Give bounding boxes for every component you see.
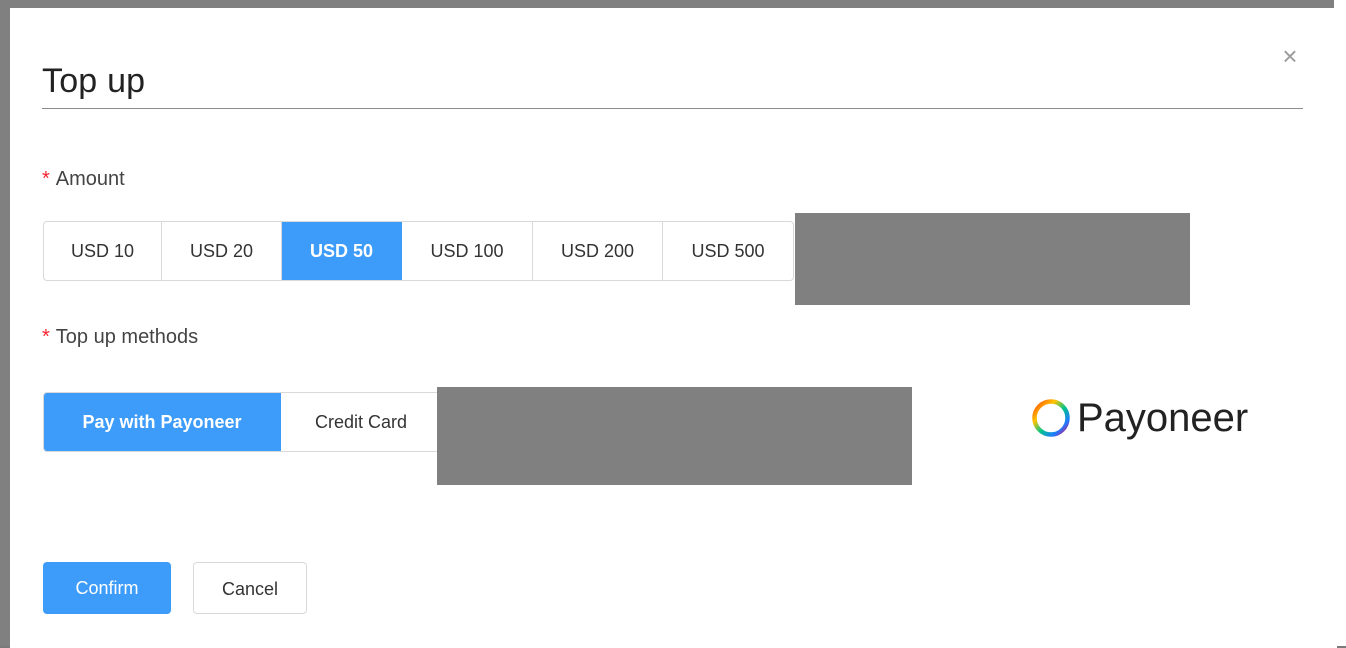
method-pay-with-payoneer[interactable]: Pay with Payoneer xyxy=(44,393,281,451)
dialog-title: Top up xyxy=(42,62,146,100)
method-credit-card[interactable]: Credit Card xyxy=(281,393,441,451)
redacted-area xyxy=(795,213,1190,305)
required-mark: * xyxy=(42,326,50,348)
amount-option-usd-50[interactable]: USD 50 xyxy=(282,222,402,280)
title-divider xyxy=(42,108,1303,109)
amount-option-usd-10[interactable]: USD 10 xyxy=(44,222,162,280)
close-icon[interactable]: × xyxy=(1278,43,1302,69)
confirm-button[interactable]: Confirm xyxy=(43,562,171,614)
required-mark: * xyxy=(42,168,50,190)
payoneer-logo: Payoneer xyxy=(1031,393,1248,443)
amount-label-text: Amount xyxy=(55,168,125,190)
amount-option-usd-200[interactable]: USD 200 xyxy=(533,222,663,280)
redacted-area xyxy=(437,387,912,485)
cancel-button[interactable]: Cancel xyxy=(193,562,307,614)
amount-option-usd-20[interactable]: USD 20 xyxy=(162,222,282,280)
top-up-methods-label: * Top up methods xyxy=(42,326,198,349)
amount-label: * Amount xyxy=(42,168,125,191)
payoneer-wordmark: Payoneer xyxy=(1077,395,1249,440)
amount-option-usd-100[interactable]: USD 100 xyxy=(402,222,533,280)
amount-selector: USD 10 USD 20 USD 50 USD 100 USD 200 USD… xyxy=(43,221,794,281)
top-up-dialog: × Top up * Amount USD 10 USD 20 USD 50 US… xyxy=(10,8,1337,648)
top-up-methods-label-text: Top up methods xyxy=(55,326,199,348)
amount-option-usd-500[interactable]: USD 500 xyxy=(663,222,793,280)
payoneer-ring-icon xyxy=(1032,399,1070,437)
top-up-method-selector: Pay with Payoneer Credit Card xyxy=(43,392,442,452)
